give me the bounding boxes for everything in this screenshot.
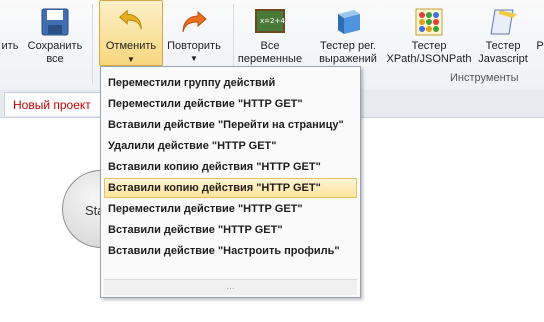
- regex-tester-label: Тестер рег. выражений: [319, 40, 377, 65]
- all-variables-button[interactable]: x=2+4 Все переменные: [236, 0, 304, 76]
- menu-resize-grip[interactable]: ...: [104, 279, 357, 295]
- ribbon-separator: [92, 4, 93, 84]
- all-variables-label: Все переменные: [237, 40, 303, 65]
- partial-left-button[interactable]: ить: [0, 0, 20, 76]
- javascript-tester-label: Тестер Javascript: [478, 40, 528, 65]
- redo-icon: [182, 10, 207, 33]
- redo-label: Повторить: [167, 40, 221, 52]
- tools-group-label: Инструменты: [450, 72, 519, 84]
- xpath-tester-button[interactable]: Тестер XPath/JSONPath: [386, 0, 472, 76]
- partial-right-label: Р: [536, 40, 544, 52]
- regex-cube-icon: [338, 10, 360, 34]
- undo-menu-item[interactable]: Вставили действие "Настроить профиль": [104, 241, 357, 261]
- partial-right-button[interactable]: Р: [536, 0, 544, 76]
- undo-dropdown-arrow-icon[interactable]: ▼: [100, 55, 162, 64]
- variables-board-icon: x=2+4: [255, 9, 285, 33]
- undo-menu-item[interactable]: Переместили действие "HTTP GET": [104, 94, 357, 114]
- undo-menu-item[interactable]: Переместили действие "HTTP GET": [104, 199, 357, 219]
- undo-button[interactable]: Отменить ▼: [99, 0, 163, 66]
- xpath-grid-icon: [415, 8, 443, 36]
- tab-new-project[interactable]: Новый проект: [4, 92, 102, 116]
- redo-button[interactable]: Повторить ▼: [164, 0, 224, 76]
- redo-dropdown-arrow-icon[interactable]: ▼: [164, 54, 224, 63]
- undo-menu-item[interactable]: Вставили копию действия "HTTP GET": [104, 157, 357, 177]
- regex-tester-button[interactable]: Тестер рег. выражений: [310, 0, 386, 76]
- undo-label: Отменить: [105, 40, 157, 52]
- save-all-button[interactable]: Сохранить все: [24, 0, 86, 76]
- javascript-scroll-icon: [490, 9, 517, 35]
- xpath-tester-label: Тестер XPath/JSONPath: [386, 40, 472, 65]
- undo-history-menu: Переместили группу действий Переместили …: [100, 66, 361, 298]
- javascript-tester-button[interactable]: Тестер Javascript: [474, 0, 532, 76]
- svg-text:x=2+4: x=2+4: [260, 17, 285, 25]
- undo-menu-item-highlighted[interactable]: Вставили копию действия "HTTP GET": [104, 178, 357, 198]
- undo-menu-item[interactable]: Вставили действие "HTTP GET": [104, 220, 357, 240]
- save-icon: [41, 8, 69, 36]
- undo-menu-item[interactable]: Удалили действие "HTTP GET": [104, 136, 357, 156]
- undo-menu-item[interactable]: Переместили группу действий: [104, 73, 357, 93]
- undo-menu-item[interactable]: Вставили действие "Перейти на страницу": [104, 115, 357, 135]
- undo-icon: [119, 9, 142, 30]
- save-all-label: Сохранить все: [27, 40, 83, 65]
- partial-left-label: ить: [1, 40, 19, 52]
